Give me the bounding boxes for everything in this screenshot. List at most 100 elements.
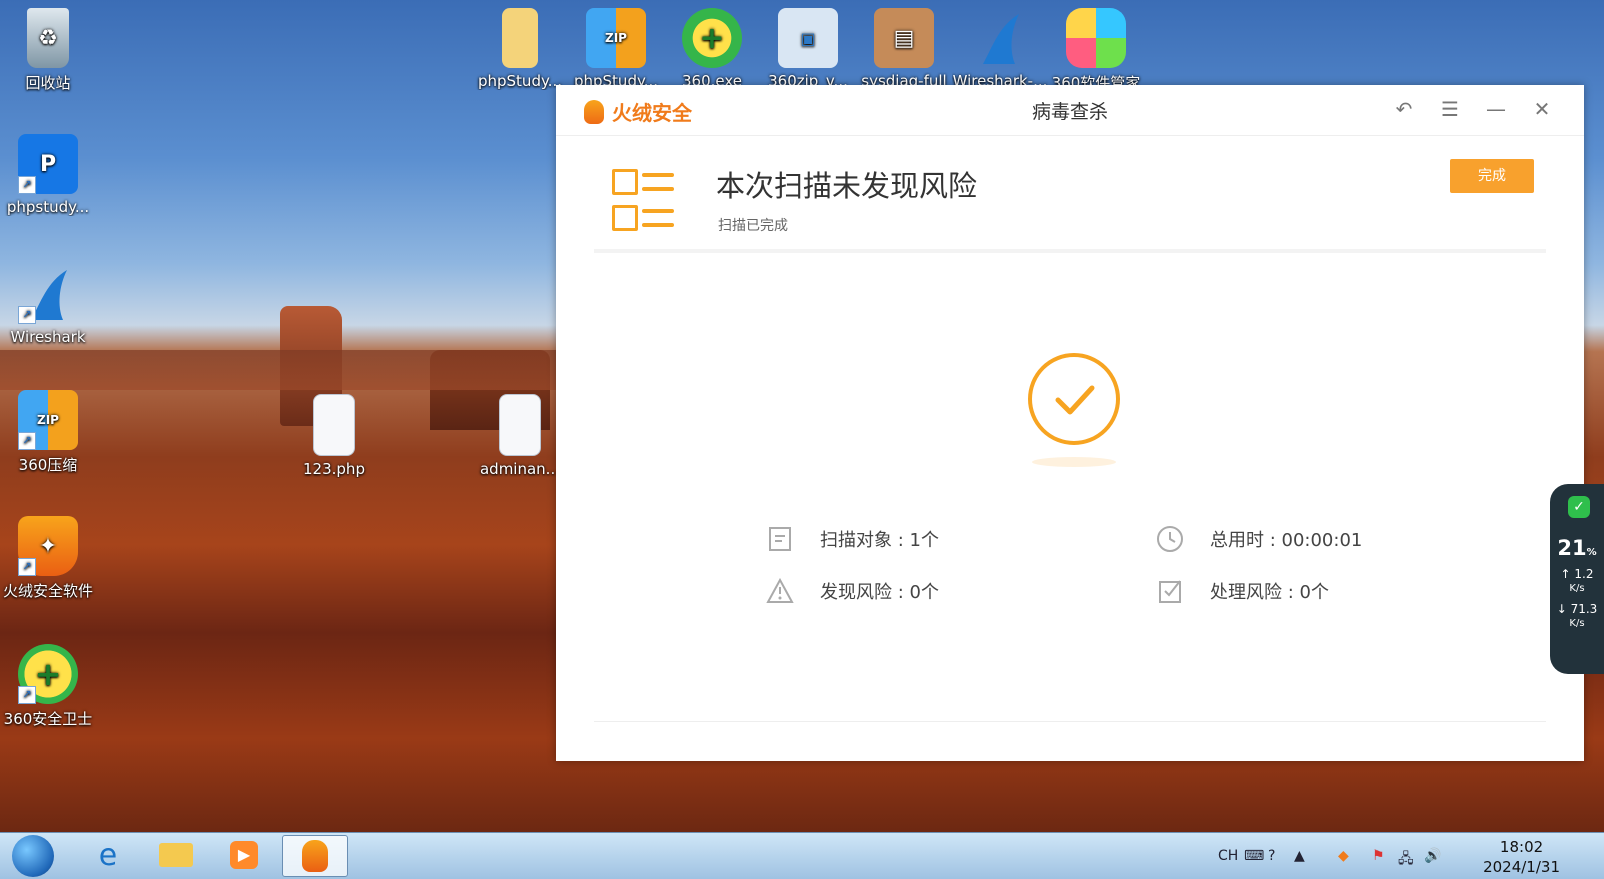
desktop-icon-360zip-installer[interactable]: ▣ 360zip_v... <box>760 8 856 90</box>
keyboard-icon[interactable]: ⌨ <box>1244 848 1264 864</box>
checkmark-circle-icon <box>1028 353 1120 445</box>
desktop-icon-huorong[interactable]: ✦ ↗ 火绒安全软件 <box>0 516 96 601</box>
folder-icon <box>502 8 538 68</box>
document-file-icon <box>499 394 541 456</box>
huorong-virus-scan-window: 火绒安全 病毒查杀 ↶ ☰ — ✕ 本次扫描未发现风险 扫描已完成 完成 扫描对… <box>556 85 1584 761</box>
checked-box-icon <box>1156 577 1184 605</box>
internet-explorer-icon: e <box>98 837 118 873</box>
clock-date: 2024/1/31 <box>1483 858 1560 876</box>
risks-handled-text: 处理风险 : 0个 <box>1210 582 1329 603</box>
minimize-icon[interactable]: — <box>1482 95 1510 123</box>
wallpaper-ridge <box>0 350 560 390</box>
desktop-icon-sysdiag[interactable]: ▤ sysdiag-full <box>856 8 952 90</box>
input-language[interactable]: CH <box>1218 848 1238 864</box>
huorong-tray-icon[interactable]: ◆ <box>1338 848 1349 864</box>
desktop-icon-phpstudy-folder[interactable]: phpStudy... <box>472 8 568 90</box>
desktop-icon-label: 回收站 <box>25 74 71 92</box>
clock-time: 18:02 <box>1499 838 1544 856</box>
desktop-icon-adminan[interactable]: adminan... <box>472 394 568 478</box>
shortcut-arrow-icon: ↗ <box>18 306 36 324</box>
desktop-icon-wireshark-installer[interactable]: Wireshark-... <box>952 8 1048 90</box>
green-plus-shield-icon: + <box>682 8 742 68</box>
document-file-icon <box>313 394 355 456</box>
document-icon <box>766 525 794 553</box>
start-button[interactable] <box>12 835 54 877</box>
shark-fin-icon: ↗ <box>18 264 78 324</box>
network-icon[interactable]: 🖧 <box>1398 848 1414 872</box>
volume-icon[interactable]: 🔊 <box>1424 848 1441 864</box>
desktop-icon-label: 火绒安全软件 <box>2 582 93 600</box>
system-tray: CH ⌨ ? ▲ ◆ ⚑ 🖧 🔊 18:02 2024/1/31 <box>1184 833 1604 879</box>
upload-speed: ↑ 1.2 K/s <box>1560 567 1594 595</box>
flame-shield-icon <box>302 840 328 872</box>
flag-icon[interactable]: ⚑ <box>1372 848 1385 864</box>
shield-check-icon: ✓ <box>1568 496 1590 518</box>
menu-icon[interactable]: ☰ <box>1436 95 1464 123</box>
installer-box-icon: ▣ <box>778 8 838 68</box>
desktop-icon-phpstudy[interactable]: P ↗ phpstudy... <box>0 134 96 216</box>
desktop-icon-phpstudy-zip[interactable]: ZIP phpStudy... <box>568 8 664 90</box>
windows-taskbar: e ▶ CH ⌨ ? ▲ ◆ ⚑ 🖧 🔊 18:02 2024/1/31 <box>0 832 1604 879</box>
desktop-icon-label: phpstudy... <box>6 198 90 216</box>
scan-result-title: 本次扫描未发现风险 <box>716 169 978 203</box>
flame-shield-icon: ✦ ↗ <box>18 516 78 576</box>
colorful-petal-icon <box>1066 8 1126 68</box>
warning-triangle-icon <box>766 577 794 605</box>
desktop-icon-label: 360安全卫士 <box>3 710 93 728</box>
system-clock[interactable]: 18:02 2024/1/31 <box>1483 837 1560 877</box>
success-checkmark <box>1019 353 1129 483</box>
package-box-icon: ▤ <box>874 8 934 68</box>
desktop-icon-360safe[interactable]: + ↗ 360安全卫士 <box>0 644 96 729</box>
back-icon[interactable]: ↶ <box>1390 95 1418 123</box>
desktop-icon-wireshark[interactable]: ↗ Wireshark <box>0 264 96 346</box>
help-icon[interactable]: ? <box>1268 848 1275 864</box>
stat-risks-handled: 处理风险 : 0个 <box>1156 577 1329 605</box>
total-time-text: 总用时 : 00:00:01 <box>1210 530 1363 551</box>
desktop-icon-label: 123.php <box>303 460 365 478</box>
bottom-divider <box>594 721 1546 722</box>
checkmark-shadow <box>1032 457 1116 467</box>
taskbar-internet-explorer[interactable]: e <box>76 835 140 875</box>
tray-arrow-icon[interactable]: ▲ <box>1294 848 1305 864</box>
scan-objects-text: 扫描对象 : 1个 <box>820 530 939 551</box>
desktop-icon-recycle-bin[interactable]: ♻ 回收站 <box>0 8 96 93</box>
scan-result-header: 本次扫描未发现风险 扫描已完成 完成 <box>594 159 1546 253</box>
phpstudy-icon: P ↗ <box>18 134 78 194</box>
zip-archive-icon: ZIP <box>586 8 646 68</box>
risks-found-text: 发现风险 : 0个 <box>820 582 939 603</box>
desktop-icon-label: phpStudy... <box>477 72 563 90</box>
desktop-icon-123-php[interactable]: 123.php <box>286 394 382 478</box>
recycle-bin-icon: ♻ <box>27 8 69 68</box>
taskbar-huorong[interactable] <box>282 835 348 877</box>
stat-total-time: 总用时 : 00:00:01 <box>1156 525 1362 553</box>
close-icon[interactable]: ✕ <box>1528 95 1556 123</box>
zip-archive-icon: ZIP ↗ <box>18 390 78 450</box>
scan-result-subtitle: 扫描已完成 <box>718 218 788 234</box>
folder-icon <box>159 843 193 867</box>
play-icon: ▶ <box>230 841 258 869</box>
desktop-icon-label: adminan... <box>479 460 560 478</box>
performance-widget[interactable]: ✓ 21% ↑ 1.2 K/s ↓ 71.3 K/s <box>1550 484 1604 674</box>
taskbar-file-explorer[interactable] <box>144 835 208 875</box>
desktop-icon-label: Wireshark <box>10 328 86 346</box>
shortcut-arrow-icon: ↗ <box>18 176 36 194</box>
taskbar-media-player[interactable]: ▶ <box>212 835 276 875</box>
download-speed: ↓ 71.3 K/s <box>1556 602 1598 630</box>
window-controls: ↶ ☰ — ✕ <box>1390 95 1556 123</box>
done-button[interactable]: 完成 <box>1450 159 1534 193</box>
clock-icon <box>1156 525 1184 553</box>
desktop-icon-360zip[interactable]: ZIP ↗ 360压缩 <box>0 390 96 475</box>
stat-risks-found: 发现风险 : 0个 <box>766 577 939 605</box>
stat-scan-objects: 扫描对象 : 1个 <box>766 525 939 553</box>
shark-fin-icon <box>970 8 1030 68</box>
shortcut-arrow-icon: ↗ <box>18 686 36 704</box>
desktop-icon-360-software-manager[interactable]: 360软件管家 <box>1048 8 1144 93</box>
window-titlebar[interactable]: 火绒安全 病毒查杀 ↶ ☰ — ✕ <box>556 85 1584 136</box>
desktop-icon-360exe[interactable]: + 360.exe <box>664 8 760 90</box>
shortcut-arrow-icon: ↗ <box>18 558 36 576</box>
green-plus-icon: + ↗ <box>18 644 78 704</box>
scan-list-icon <box>612 167 678 235</box>
memory-percent: 21% <box>1557 536 1597 560</box>
shortcut-arrow-icon: ↗ <box>18 432 36 450</box>
desktop-icon-label: 360压缩 <box>18 456 78 474</box>
